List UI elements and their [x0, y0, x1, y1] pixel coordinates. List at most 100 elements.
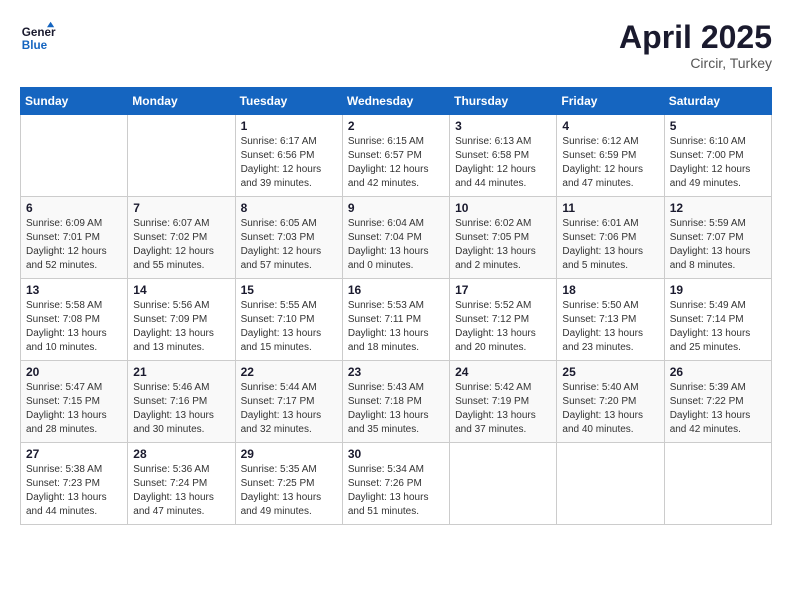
calendar-cell: 10Sunrise: 6:02 AM Sunset: 7:05 PM Dayli…: [450, 197, 557, 279]
calendar-cell: 3 Sunrise: 6:13 AM Sunset: 6:58 PM Daylig…: [450, 115, 557, 197]
calendar-cell: [128, 115, 235, 197]
calendar-cell: 22Sunrise: 5:44 AM Sunset: 7:17 PM Dayli…: [235, 361, 342, 443]
day-detail: Sunrise: 5:53 AM Sunset: 7:11 PM Dayligh…: [348, 299, 444, 355]
calendar-cell: [664, 443, 771, 525]
day-number: 20: [26, 365, 122, 379]
day-detail: Sunrise: 6:05 AM Sunset: 7:03 PM Dayligh…: [241, 217, 337, 273]
day-detail: Sunrise: 5:42 AM Sunset: 7:19 PM Dayligh…: [455, 381, 551, 437]
day-detail: Sunrise: 5:49 AM Sunset: 7:14 PM Dayligh…: [670, 299, 766, 355]
day-number: 23: [348, 365, 444, 379]
calendar-cell: 29Sunrise: 5:35 AM Sunset: 7:25 PM Dayli…: [235, 443, 342, 525]
calendar-cell: 15Sunrise: 5:55 AM Sunset: 7:10 PM Dayli…: [235, 279, 342, 361]
logo: General Blue: [20, 20, 56, 56]
col-friday: Friday: [557, 88, 664, 115]
day-number: 21: [133, 365, 229, 379]
day-detail: Sunrise: 6:09 AM Sunset: 7:01 PM Dayligh…: [26, 217, 122, 273]
calendar-cell: 17 Sunrise: 5:52 AM Sunset: 7:12 PM Dayli…: [450, 279, 557, 361]
calendar-week-3: 13 Sunrise: 5:58 AM Sunset: 7:08 PM Dayli…: [21, 279, 772, 361]
day-number: 24: [455, 365, 551, 379]
day-detail: Sunrise: 5:43 AM Sunset: 7:18 PM Dayligh…: [348, 381, 444, 437]
calendar-cell: 1Sunrise: 6:17 AM Sunset: 6:56 PM Daylig…: [235, 115, 342, 197]
day-number: 16: [348, 283, 444, 297]
calendar-cell: 28Sunrise: 5:36 AM Sunset: 7:24 PM Dayli…: [128, 443, 235, 525]
calendar-cell: 24 Sunrise: 5:42 AM Sunset: 7:19 PM Dayli…: [450, 361, 557, 443]
day-number: 28: [133, 447, 229, 461]
calendar-week-1: 1Sunrise: 6:17 AM Sunset: 6:56 PM Daylig…: [21, 115, 772, 197]
day-number: 11: [562, 201, 658, 215]
day-detail: Sunrise: 6:12 AM Sunset: 6:59 PM Dayligh…: [562, 135, 658, 191]
calendar-week-2: 6 Sunrise: 6:09 AM Sunset: 7:01 PM Daylig…: [21, 197, 772, 279]
calendar-body: 1Sunrise: 6:17 AM Sunset: 6:56 PM Daylig…: [21, 115, 772, 525]
col-tuesday: Tuesday: [235, 88, 342, 115]
calendar-cell: [450, 443, 557, 525]
day-number: 29: [241, 447, 337, 461]
calendar-cell: 21 Sunrise: 5:46 AM Sunset: 7:16 PM Dayli…: [128, 361, 235, 443]
day-number: 14: [133, 283, 229, 297]
day-detail: Sunrise: 5:44 AM Sunset: 7:17 PM Dayligh…: [241, 381, 337, 437]
day-detail: Sunrise: 6:13 AM Sunset: 6:58 PM Dayligh…: [455, 135, 551, 191]
day-number: 2: [348, 119, 444, 133]
calendar-cell: 7 Sunrise: 6:07 AM Sunset: 7:02 PM Daylig…: [128, 197, 235, 279]
calendar-cell: 26Sunrise: 5:39 AM Sunset: 7:22 PM Dayli…: [664, 361, 771, 443]
location: Circir, Turkey: [619, 55, 772, 71]
col-thursday: Thursday: [450, 88, 557, 115]
day-detail: Sunrise: 5:52 AM Sunset: 7:12 PM Dayligh…: [455, 299, 551, 355]
calendar-cell: [557, 443, 664, 525]
calendar-cell: 27 Sunrise: 5:38 AM Sunset: 7:23 PM Dayli…: [21, 443, 128, 525]
calendar-cell: 23 Sunrise: 5:43 AM Sunset: 7:18 PM Dayli…: [342, 361, 449, 443]
calendar-cell: [21, 115, 128, 197]
day-detail: Sunrise: 6:07 AM Sunset: 7:02 PM Dayligh…: [133, 217, 229, 273]
calendar-cell: 25Sunrise: 5:40 AM Sunset: 7:20 PM Dayli…: [557, 361, 664, 443]
calendar-cell: 13 Sunrise: 5:58 AM Sunset: 7:08 PM Dayli…: [21, 279, 128, 361]
day-detail: Sunrise: 5:50 AM Sunset: 7:13 PM Dayligh…: [562, 299, 658, 355]
calendar-header: Sunday Monday Tuesday Wednesday Thursday…: [21, 88, 772, 115]
svg-text:Blue: Blue: [22, 39, 48, 52]
col-monday: Monday: [128, 88, 235, 115]
day-number: 7: [133, 201, 229, 215]
day-number: 8: [241, 201, 337, 215]
day-detail: Sunrise: 6:01 AM Sunset: 7:06 PM Dayligh…: [562, 217, 658, 273]
calendar-cell: 12Sunrise: 5:59 AM Sunset: 7:07 PM Dayli…: [664, 197, 771, 279]
day-detail: Sunrise: 5:56 AM Sunset: 7:09 PM Dayligh…: [133, 299, 229, 355]
calendar-cell: 2 Sunrise: 6:15 AM Sunset: 6:57 PM Daylig…: [342, 115, 449, 197]
day-detail: Sunrise: 6:10 AM Sunset: 7:00 PM Dayligh…: [670, 135, 766, 191]
day-detail: Sunrise: 5:55 AM Sunset: 7:10 PM Dayligh…: [241, 299, 337, 355]
day-number: 17: [455, 283, 551, 297]
logo-icon: General Blue: [20, 20, 56, 56]
day-detail: Sunrise: 6:15 AM Sunset: 6:57 PM Dayligh…: [348, 135, 444, 191]
day-number: 5: [670, 119, 766, 133]
calendar-cell: 19 Sunrise: 5:49 AM Sunset: 7:14 PM Dayli…: [664, 279, 771, 361]
calendar-cell: 5 Sunrise: 6:10 AM Sunset: 7:00 PM Daylig…: [664, 115, 771, 197]
day-number: 3: [455, 119, 551, 133]
day-number: 18: [562, 283, 658, 297]
calendar-cell: 8 Sunrise: 6:05 AM Sunset: 7:03 PM Daylig…: [235, 197, 342, 279]
month-year: April 2025: [619, 20, 772, 55]
calendar-week-4: 20 Sunrise: 5:47 AM Sunset: 7:15 PM Dayli…: [21, 361, 772, 443]
day-detail: Sunrise: 5:46 AM Sunset: 7:16 PM Dayligh…: [133, 381, 229, 437]
day-number: 4: [562, 119, 658, 133]
day-number: 26: [670, 365, 766, 379]
weekday-row: Sunday Monday Tuesday Wednesday Thursday…: [21, 88, 772, 115]
calendar-cell: 14 Sunrise: 5:56 AM Sunset: 7:09 PM Dayli…: [128, 279, 235, 361]
day-detail: Sunrise: 5:47 AM Sunset: 7:15 PM Dayligh…: [26, 381, 122, 437]
svg-text:General: General: [22, 26, 56, 39]
calendar-cell: 20 Sunrise: 5:47 AM Sunset: 7:15 PM Dayli…: [21, 361, 128, 443]
day-detail: Sunrise: 6:17 AM Sunset: 6:56 PM Dayligh…: [241, 135, 337, 191]
calendar-cell: 9Sunrise: 6:04 AM Sunset: 7:04 PM Daylig…: [342, 197, 449, 279]
day-detail: Sunrise: 5:59 AM Sunset: 7:07 PM Dayligh…: [670, 217, 766, 273]
title-block: April 2025 Circir, Turkey: [619, 20, 772, 71]
day-number: 19: [670, 283, 766, 297]
day-detail: Sunrise: 6:04 AM Sunset: 7:04 PM Dayligh…: [348, 217, 444, 273]
day-number: 13: [26, 283, 122, 297]
calendar-week-5: 27 Sunrise: 5:38 AM Sunset: 7:23 PM Dayli…: [21, 443, 772, 525]
col-saturday: Saturday: [664, 88, 771, 115]
day-number: 6: [26, 201, 122, 215]
col-wednesday: Wednesday: [342, 88, 449, 115]
day-detail: Sunrise: 5:40 AM Sunset: 7:20 PM Dayligh…: [562, 381, 658, 437]
day-detail: Sunrise: 5:38 AM Sunset: 7:23 PM Dayligh…: [26, 463, 122, 519]
calendar-cell: 30Sunrise: 5:34 AM Sunset: 7:26 PM Dayli…: [342, 443, 449, 525]
day-detail: Sunrise: 5:58 AM Sunset: 7:08 PM Dayligh…: [26, 299, 122, 355]
day-number: 27: [26, 447, 122, 461]
calendar-cell: 18 Sunrise: 5:50 AM Sunset: 7:13 PM Dayli…: [557, 279, 664, 361]
day-detail: Sunrise: 6:02 AM Sunset: 7:05 PM Dayligh…: [455, 217, 551, 273]
